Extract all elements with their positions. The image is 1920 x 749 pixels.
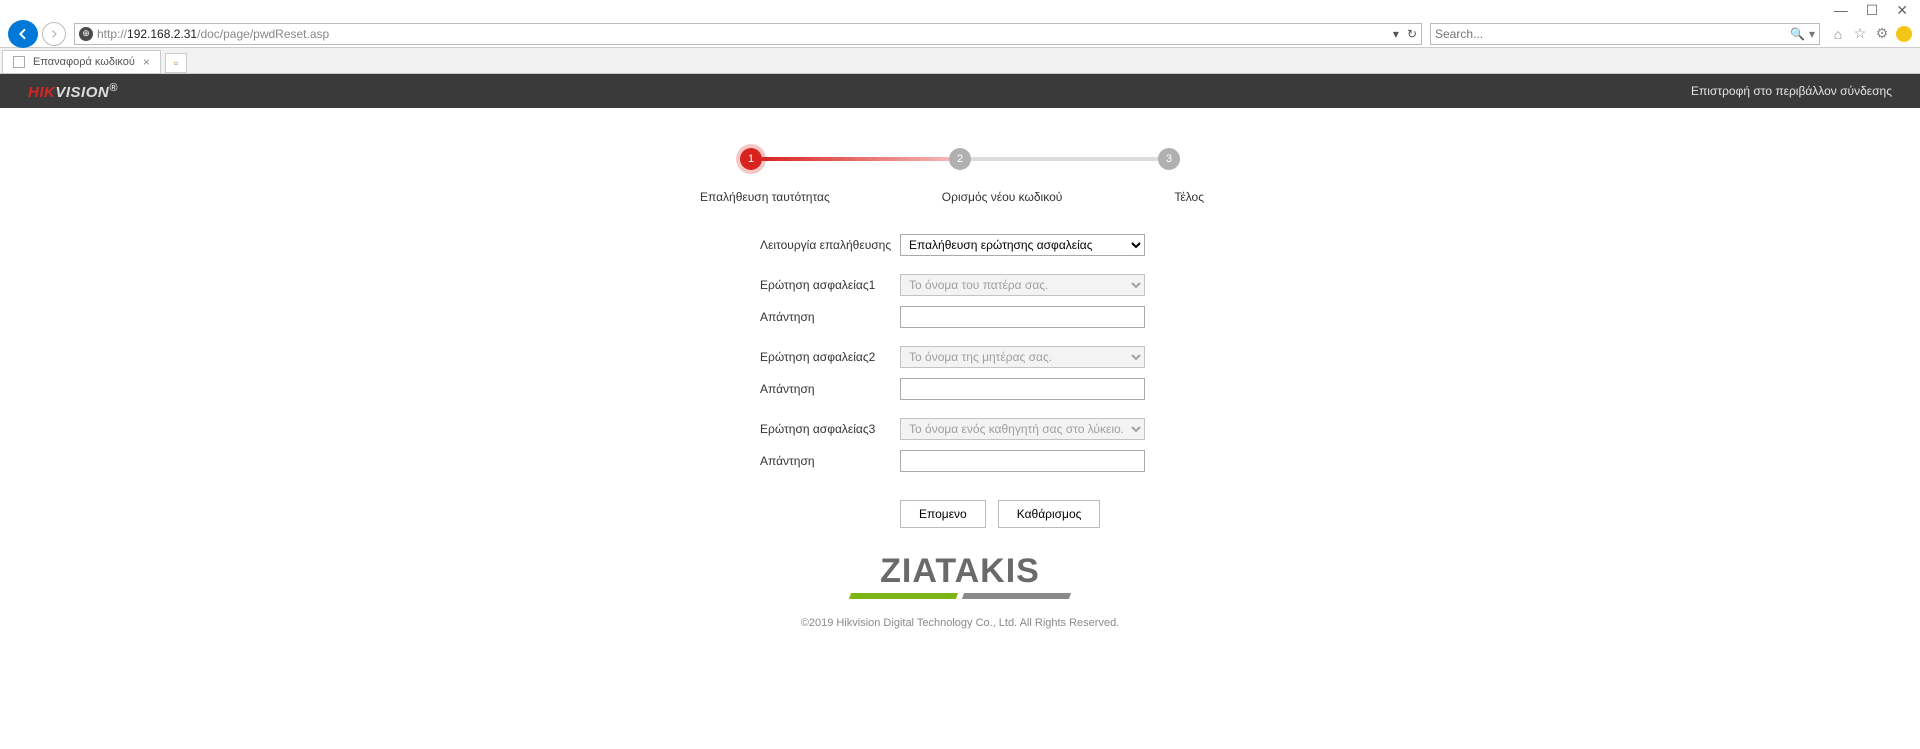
- tab-title: Επαναφορά κωδικού: [33, 56, 135, 68]
- next-button[interactable]: Επομενο: [900, 500, 986, 528]
- step-labels: Επαλήθευση ταυτότητας Ορισμός νέου κωδικ…: [710, 190, 1210, 204]
- brand-text: ZIATAKIS: [850, 552, 1070, 591]
- globe-icon: ⊕: [79, 27, 93, 41]
- mode-label: Λειτουργία επαλήθευσης: [760, 238, 900, 252]
- logo: HIKVISION®: [28, 82, 118, 101]
- favorite-icon[interactable]: ☆: [1852, 26, 1868, 42]
- forward-button[interactable]: [42, 22, 66, 46]
- settings-icon[interactable]: ⚙: [1874, 26, 1890, 42]
- step-line-2: [971, 157, 1158, 161]
- feedback-icon[interactable]: [1896, 26, 1912, 42]
- app-header: HIKVISION® Επιστροφή στο περιβάλλον σύνδ…: [0, 74, 1920, 108]
- search-icon[interactable]: 🔍: [1790, 27, 1805, 41]
- url-text: http://192.168.2.31/doc/page/pwdReset.as…: [97, 27, 329, 41]
- back-button[interactable]: [8, 20, 38, 48]
- new-tab-button[interactable]: ▫: [165, 53, 187, 73]
- q1-select: Το όνομα του πατέρα σας.: [900, 274, 1145, 296]
- a3-label: Απάντηση: [760, 454, 900, 468]
- a1-label: Απάντηση: [760, 310, 900, 324]
- home-icon[interactable]: ⌂: [1830, 26, 1846, 42]
- dropdown-icon[interactable]: ▾: [1393, 27, 1399, 41]
- refresh-icon[interactable]: ↻: [1407, 27, 1417, 41]
- return-login-link[interactable]: Επιστροφή στο περιβάλλον σύνδεσης: [1691, 84, 1892, 98]
- search-input[interactable]: [1435, 27, 1790, 41]
- brand-underline: [850, 593, 1070, 599]
- tab-close-icon[interactable]: ×: [143, 55, 150, 69]
- step-line-1: [762, 157, 949, 161]
- tab-favicon: [13, 56, 25, 68]
- minimize-icon[interactable]: —: [1834, 2, 1848, 18]
- url-actions: ▾ ↻: [1393, 27, 1417, 41]
- search-dropdown-icon[interactable]: ▾: [1809, 27, 1815, 41]
- step-1-label: Επαλήθευση ταυτότητας: [700, 190, 830, 204]
- a3-input[interactable]: [900, 450, 1145, 472]
- search-box[interactable]: 🔍 ▾: [1430, 23, 1820, 45]
- verify-form: Λειτουργία επαλήθευσης Επαλήθευση ερώτησ…: [760, 234, 1160, 528]
- q2-label: Ερώτηση ασφαλείας2: [760, 350, 900, 364]
- step-indicator: 1 2 3: [740, 148, 1180, 170]
- browser-toolbar: ⊕ http://192.168.2.31/doc/page/pwdReset.…: [0, 20, 1920, 48]
- maximize-icon[interactable]: ☐: [1866, 2, 1879, 19]
- step-3-circle: 3: [1158, 148, 1180, 170]
- a1-input[interactable]: [900, 306, 1145, 328]
- a2-input[interactable]: [900, 378, 1145, 400]
- a2-label: Απάντηση: [760, 382, 900, 396]
- window-titlebar: — ☐ ✕: [0, 0, 1920, 20]
- step-1-circle: 1: [740, 148, 762, 170]
- q3-label: Ερώτηση ασφαλείας3: [760, 422, 900, 436]
- brand-logo: ZIATAKIS: [850, 552, 1070, 599]
- close-icon[interactable]: ✕: [1896, 2, 1908, 19]
- copyright: ©2019 Hikvision Digital Technology Co., …: [0, 617, 1920, 629]
- tab-bar: Επαναφορά κωδικού × ▫: [0, 48, 1920, 74]
- step-2-label: Ορισμός νέου κωδικού: [942, 190, 1063, 204]
- mode-select[interactable]: Επαλήθευση ερώτησης ασφαλείας: [900, 234, 1145, 256]
- chrome-icons: ⌂ ☆ ⚙: [1824, 26, 1912, 42]
- q2-select: Το όνομα της μητέρας σας.: [900, 346, 1145, 368]
- browser-tab[interactable]: Επαναφορά κωδικού ×: [2, 50, 161, 73]
- step-3-label: Τέλος: [1174, 190, 1204, 204]
- clear-button[interactable]: Καθάρισμος: [998, 500, 1101, 528]
- step-2-circle: 2: [949, 148, 971, 170]
- address-bar[interactable]: ⊕ http://192.168.2.31/doc/page/pwdReset.…: [74, 23, 1422, 45]
- q1-label: Ερώτηση ασφαλείας1: [760, 278, 900, 292]
- q3-select: Το όνομα ενός καθηγητή σας στο λύκειο.: [900, 418, 1145, 440]
